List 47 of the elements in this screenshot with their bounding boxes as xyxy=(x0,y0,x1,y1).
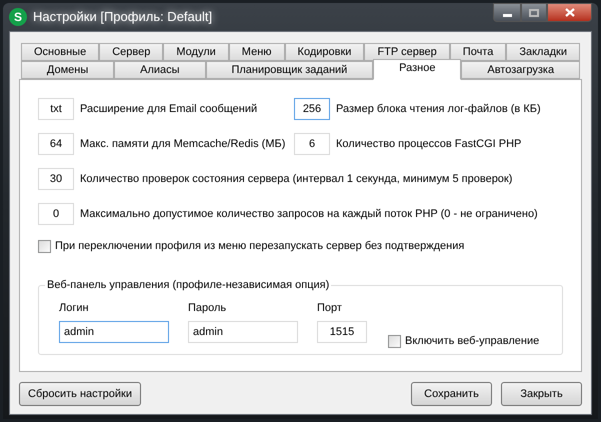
window-title: Настройки [Профиль: Default] xyxy=(33,8,212,26)
minimize-icon xyxy=(502,14,512,16)
save-button[interactable]: Сохранить xyxy=(411,382,492,406)
tab[interactable]: Домены xyxy=(21,61,114,79)
input-field[interactable]: 0 xyxy=(38,203,74,225)
tab[interactable]: Кодировки xyxy=(284,43,364,61)
input-field[interactable]: 64 xyxy=(38,133,74,155)
setting-label: Расширение для Email сообщений xyxy=(80,102,258,117)
close-dialog-button[interactable]: Закрыть xyxy=(501,382,582,406)
tab[interactable]: Основные xyxy=(21,43,100,61)
input-field[interactable]: 256 xyxy=(294,98,330,120)
field-label: Порт xyxy=(317,300,343,316)
input-field[interactable]: txt xyxy=(38,98,74,120)
close-icon xyxy=(564,8,574,17)
setting-label: Размер блока чтения лог-файлов (в КБ) xyxy=(336,102,541,117)
setting-label: Макс. памяти для Memcache/Redis (МБ) xyxy=(80,136,286,152)
field-label: Логин xyxy=(59,300,90,316)
group-title: Веб-панель управления (профиле-независимая опция) xyxy=(45,276,332,293)
input-field[interactable]: 1515 xyxy=(317,321,367,343)
app-logo-icon: S xyxy=(9,8,27,26)
setting-label: Количество процессов FastCGI PHP xyxy=(336,136,522,152)
tab[interactable]: Меню xyxy=(228,43,285,61)
minimize-button[interactable] xyxy=(493,3,521,22)
checkbox[interactable] xyxy=(388,334,401,348)
input-field[interactable]: 30 xyxy=(38,168,74,190)
checkbox[interactable] xyxy=(38,240,51,253)
maximize-button[interactable] xyxy=(521,3,547,22)
input-field[interactable]: 6 xyxy=(294,133,330,155)
tab[interactable]: Планировщик заданий xyxy=(206,61,374,79)
maximize-icon xyxy=(529,8,539,16)
setting-label: Максимально допустимое количество запросов на каждый поток PHP (0 - не ограничено) xyxy=(80,206,538,222)
close-button[interactable] xyxy=(547,3,592,22)
checkbox-label: Включить веб-управление xyxy=(405,334,540,349)
tab[interactable]: Почта xyxy=(450,43,506,61)
tab[interactable]: Алиасы xyxy=(114,61,206,79)
tab[interactable]: Закладки xyxy=(506,43,580,61)
checkbox-label: При переключении профиля из меню перезапускать сервер без подтверждения xyxy=(55,239,464,254)
field-label: Пароль xyxy=(188,300,228,316)
tab[interactable]: FTP сервер xyxy=(364,43,450,61)
input-field[interactable]: admin xyxy=(188,321,298,343)
reset-button[interactable]: Сбросить настройки xyxy=(19,382,142,406)
tab[interactable]: Модули xyxy=(163,43,229,61)
tab[interactable]: Автозагрузка xyxy=(461,61,580,79)
tab[interactable]: Сервер xyxy=(99,43,164,61)
input-field[interactable]: admin xyxy=(59,321,169,343)
setting-label: Количество проверок состояния сервера (интервал 1 секунда, минимум 5 проверок) xyxy=(80,172,512,187)
tab[interactable]: Разное xyxy=(373,59,462,80)
